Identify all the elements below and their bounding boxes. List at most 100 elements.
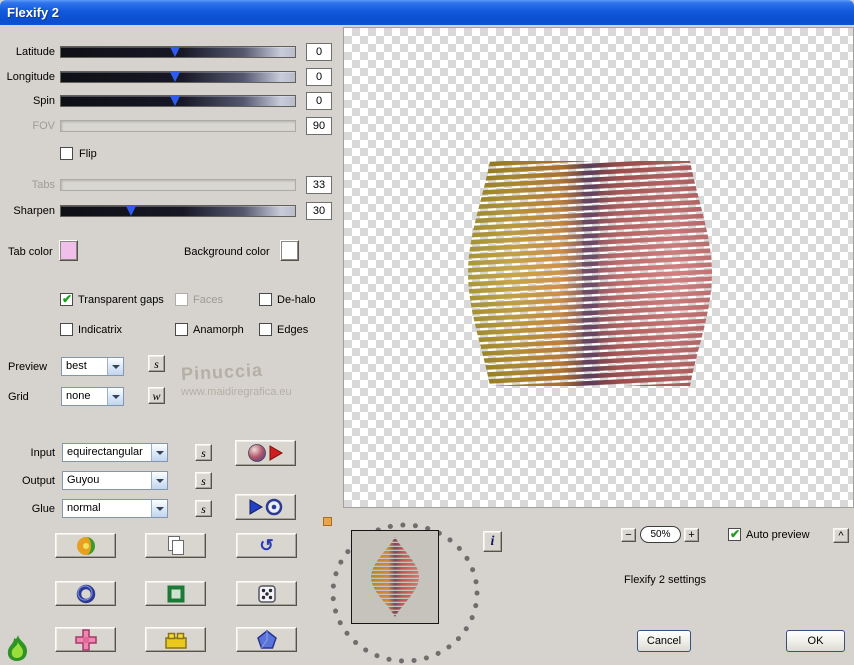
tabs-slider xyxy=(60,179,296,191)
anamorph-label: Anamorph xyxy=(193,324,244,336)
spin-label: Spin xyxy=(32,95,55,107)
undo-icon: ↺ xyxy=(259,536,274,555)
preview-select[interactable]: best xyxy=(61,357,124,376)
latitude-value[interactable]: 0 xyxy=(306,43,332,61)
copy-button[interactable] xyxy=(145,533,206,558)
sharpen-label: Sharpen xyxy=(13,205,55,217)
glue-render-button[interactable] xyxy=(235,494,296,520)
output-select[interactable]: Guyou xyxy=(62,471,168,490)
grid-script-button[interactable]: w xyxy=(148,387,165,404)
fov-label: FOV xyxy=(32,120,55,132)
fov-value[interactable]: 90 xyxy=(306,117,332,135)
dropdown-arrow-icon[interactable] xyxy=(107,388,123,405)
green-square-icon xyxy=(167,585,184,602)
spin-slider-handle[interactable] xyxy=(170,96,180,106)
grid-select[interactable]: none xyxy=(61,387,124,406)
auto-preview-checkbox[interactable] xyxy=(728,527,741,541)
dropdown-arrow-icon[interactable] xyxy=(151,472,167,489)
indicatrix-checkbox[interactable] xyxy=(60,323,73,336)
edges-label: Edges xyxy=(277,324,309,336)
grid-combo-label: Grid xyxy=(8,391,29,403)
pink-cross-icon xyxy=(74,628,97,651)
input-select[interactable]: equirectangular xyxy=(62,443,168,462)
zoom-level[interactable]: 50% xyxy=(640,526,681,543)
dehalo-label: De-halo xyxy=(277,294,316,306)
thumbnail-image xyxy=(371,537,419,617)
flip-label: Flip xyxy=(79,148,97,160)
watermark-name: Pinuccia xyxy=(180,359,264,385)
anamorph-checkbox[interactable] xyxy=(175,323,188,336)
input-script-button[interactable]: s xyxy=(195,444,212,461)
glue-select-value: normal xyxy=(67,502,101,514)
play-target-icon xyxy=(249,498,282,516)
zoom-in-button[interactable]: + xyxy=(684,528,699,542)
sharpen-slider-handle[interactable] xyxy=(126,206,136,216)
preview-select-value: best xyxy=(66,360,87,372)
transparent-gaps-label: Transparent gaps xyxy=(78,294,164,306)
dice-button[interactable] xyxy=(236,581,297,606)
swirl-button[interactable] xyxy=(55,533,116,558)
square-button[interactable] xyxy=(145,581,206,606)
output-label: Output xyxy=(21,475,55,487)
thumbnail-preview[interactable] xyxy=(351,530,439,624)
preview-canvas xyxy=(343,27,854,508)
input-select-value: equirectangular xyxy=(67,446,143,458)
tab-color-label: Tab color xyxy=(8,246,53,258)
glue-script-button[interactable]: s xyxy=(195,500,212,517)
spin-value[interactable]: 0 xyxy=(306,92,332,110)
brick-button[interactable] xyxy=(145,627,206,652)
sharpen-slider[interactable] xyxy=(60,205,296,217)
title-bar: Flexify 2 xyxy=(0,0,854,25)
auto-preview-label: Auto preview xyxy=(746,529,810,541)
dice-icon xyxy=(257,584,276,603)
longitude-value[interactable]: 0 xyxy=(306,68,332,86)
cross-button[interactable] xyxy=(55,627,116,652)
dropdown-arrow-icon[interactable] xyxy=(151,444,167,461)
faces-label: Faces xyxy=(193,294,223,306)
fov-slider xyxy=(60,120,296,132)
tabs-value[interactable]: 33 xyxy=(306,176,332,194)
info-button[interactable]: i xyxy=(483,531,502,552)
longitude-slider[interactable] xyxy=(60,71,296,83)
tab-color-swatch[interactable] xyxy=(59,240,78,261)
output-select-value: Guyou xyxy=(67,474,100,486)
dropdown-arrow-icon[interactable] xyxy=(151,500,167,517)
flip-checkbox[interactable] xyxy=(60,147,73,160)
dropdown-arrow-icon[interactable] xyxy=(107,358,123,375)
brick-icon xyxy=(164,632,187,649)
flame-icon xyxy=(7,635,28,661)
input-render-button[interactable] xyxy=(235,440,296,466)
latitude-slider-handle[interactable] xyxy=(170,47,180,57)
settings-caption: Flexify 2 settings xyxy=(624,574,706,586)
undo-button[interactable]: ↺ xyxy=(236,533,297,558)
preview-script-button[interactable]: s xyxy=(148,355,165,372)
info-icon: i xyxy=(490,534,495,549)
ok-button[interactable]: OK xyxy=(786,630,845,652)
grid-select-value: none xyxy=(66,390,91,402)
longitude-slider-handle[interactable] xyxy=(170,72,180,82)
sphere-play-icon xyxy=(247,444,283,462)
pages-icon xyxy=(167,536,184,555)
glue-label: Glue xyxy=(31,503,55,515)
gem-button[interactable] xyxy=(236,627,297,652)
cancel-button[interactable]: Cancel xyxy=(637,630,691,652)
background-color-label: Background color xyxy=(184,246,270,258)
faces-checkbox xyxy=(175,293,188,306)
background-color-swatch[interactable] xyxy=(280,240,299,261)
longitude-label: Longitude xyxy=(6,71,55,83)
edges-checkbox[interactable] xyxy=(259,323,272,336)
output-script-button[interactable]: s xyxy=(195,472,212,489)
sharpen-value[interactable]: 30 xyxy=(306,202,332,220)
glue-select[interactable]: normal xyxy=(62,499,168,518)
ring-button[interactable] xyxy=(55,581,116,606)
input-label: Input xyxy=(30,447,55,459)
dehalo-checkbox[interactable] xyxy=(259,293,272,306)
preview-combo-label: Preview xyxy=(8,361,48,373)
swirl-icon xyxy=(76,536,95,555)
flexify-dialog: Flexify 2 Latitude 0 Longitude 0 Spin 0 … xyxy=(0,0,854,665)
collapse-button[interactable]: ^ xyxy=(833,528,849,543)
latitude-slider[interactable] xyxy=(60,46,296,58)
zoom-out-button[interactable]: − xyxy=(621,528,636,542)
spin-slider[interactable] xyxy=(60,95,296,107)
transparent-gaps-checkbox[interactable] xyxy=(60,292,73,306)
